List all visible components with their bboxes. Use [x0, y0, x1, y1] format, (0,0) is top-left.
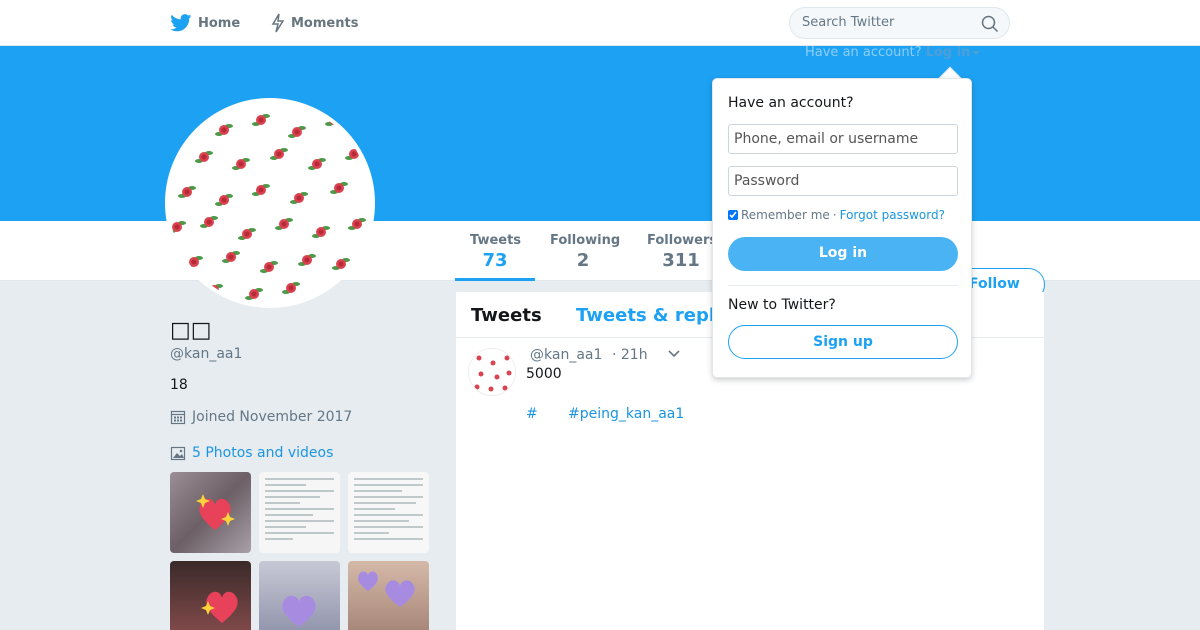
- remember-me-label: Remember me: [741, 208, 830, 222]
- profile-handle: @kan_aa1: [170, 346, 243, 362]
- new-to-twitter-text: New to Twitter?: [728, 297, 836, 313]
- nav-home-label: Home: [198, 15, 241, 31]
- image-icon: [170, 446, 186, 461]
- top-nav-bar: Home Moments Search Twitter: [0, 0, 1200, 46]
- header-login-prompt: Have an account? Log in: [805, 45, 981, 60]
- tab-tweets[interactable]: Tweets: [471, 305, 542, 326]
- calendar-icon: [170, 410, 186, 425]
- divider: [728, 285, 958, 286]
- chevron-down-icon[interactable]: [667, 348, 681, 360]
- stat-tweets[interactable]: Tweets 73: [470, 233, 522, 271]
- photos-videos-link[interactable]: 5 Photos and videos: [170, 445, 333, 461]
- stat-following[interactable]: Following 2: [550, 233, 621, 271]
- dropdown-title: Have an account?: [728, 95, 854, 111]
- stat-tweets-label: Tweets: [470, 233, 522, 248]
- login-dropdown: Have an account? Remember me · Forgot pa…: [712, 78, 972, 378]
- profile-name: □□: [170, 318, 212, 343]
- caret-down-icon: [972, 50, 981, 55]
- have-account-text: Have an account?: [805, 45, 922, 60]
- heart-sticker-icon: [201, 591, 238, 623]
- photo-thumbnail[interactable]: [170, 472, 251, 553]
- search-input[interactable]: Search Twitter: [789, 7, 1010, 39]
- heart-sticker-icon: [282, 595, 316, 627]
- lightning-icon: [271, 13, 285, 33]
- photo-thumbnail[interactable]: [170, 561, 251, 630]
- rose-pattern-image: [169, 111, 366, 300]
- signup-button[interactable]: Sign up: [728, 325, 958, 359]
- text-screenshot-image: [265, 478, 334, 544]
- tweet-hashtag[interactable]: #: [526, 406, 538, 422]
- tweet-hashtag[interactable]: #peing_kan_aa1: [568, 406, 684, 422]
- tweet-handle[interactable]: @kan_aa1: [530, 347, 602, 363]
- stat-followers[interactable]: Followers 311: [647, 233, 715, 271]
- forgot-password-link[interactable]: Forgot password?: [840, 208, 945, 222]
- photos-videos-label: 5 Photos and videos: [192, 445, 334, 461]
- joined-date: Joined November 2017: [170, 409, 352, 425]
- photo-thumbnail[interactable]: [259, 561, 340, 630]
- stat-followers-label: Followers: [647, 233, 715, 248]
- login-button[interactable]: Log in: [728, 237, 958, 271]
- remember-row: Remember me · Forgot password?: [728, 208, 945, 222]
- stat-following-label: Following: [550, 233, 621, 248]
- nav-moments-label: Moments: [291, 15, 359, 31]
- heart-sticker-icon: [358, 571, 415, 607]
- tweet-text: 5000: [526, 366, 562, 382]
- stat-following-value: 2: [576, 250, 590, 271]
- search-placeholder: Search Twitter: [802, 15, 895, 30]
- active-tab-indicator: [455, 278, 535, 281]
- text-screenshot-image: [354, 478, 423, 544]
- rose-pattern-image: [474, 355, 512, 392]
- joined-text: Joined November 2017: [192, 409, 353, 425]
- photo-thumbnail[interactable]: [259, 472, 340, 553]
- remember-me-checkbox[interactable]: [728, 210, 738, 220]
- username-field[interactable]: [728, 124, 958, 154]
- tweet-timestamp[interactable]: · 21h: [612, 347, 648, 363]
- stat-tweets-value: 73: [482, 250, 508, 271]
- nav-home[interactable]: Home: [170, 12, 240, 34]
- profile-bio: 18: [170, 377, 188, 393]
- tweet-avatar[interactable]: [468, 348, 516, 396]
- password-field[interactable]: [728, 166, 958, 196]
- stat-followers-value: 311: [662, 250, 700, 271]
- header-login-label: Log in: [925, 45, 971, 60]
- twitter-bird-icon: [170, 14, 192, 32]
- photo-thumbnail[interactable]: [348, 561, 429, 630]
- search-icon[interactable]: [981, 15, 999, 33]
- photo-thumbnail[interactable]: [348, 472, 429, 553]
- heart-sticker-icon: [196, 494, 235, 530]
- separator-dot: ·: [832, 208, 837, 222]
- header-login-link[interactable]: Log in: [926, 45, 981, 60]
- profile-avatar[interactable]: [165, 98, 375, 308]
- nav-moments[interactable]: Moments: [271, 12, 358, 34]
